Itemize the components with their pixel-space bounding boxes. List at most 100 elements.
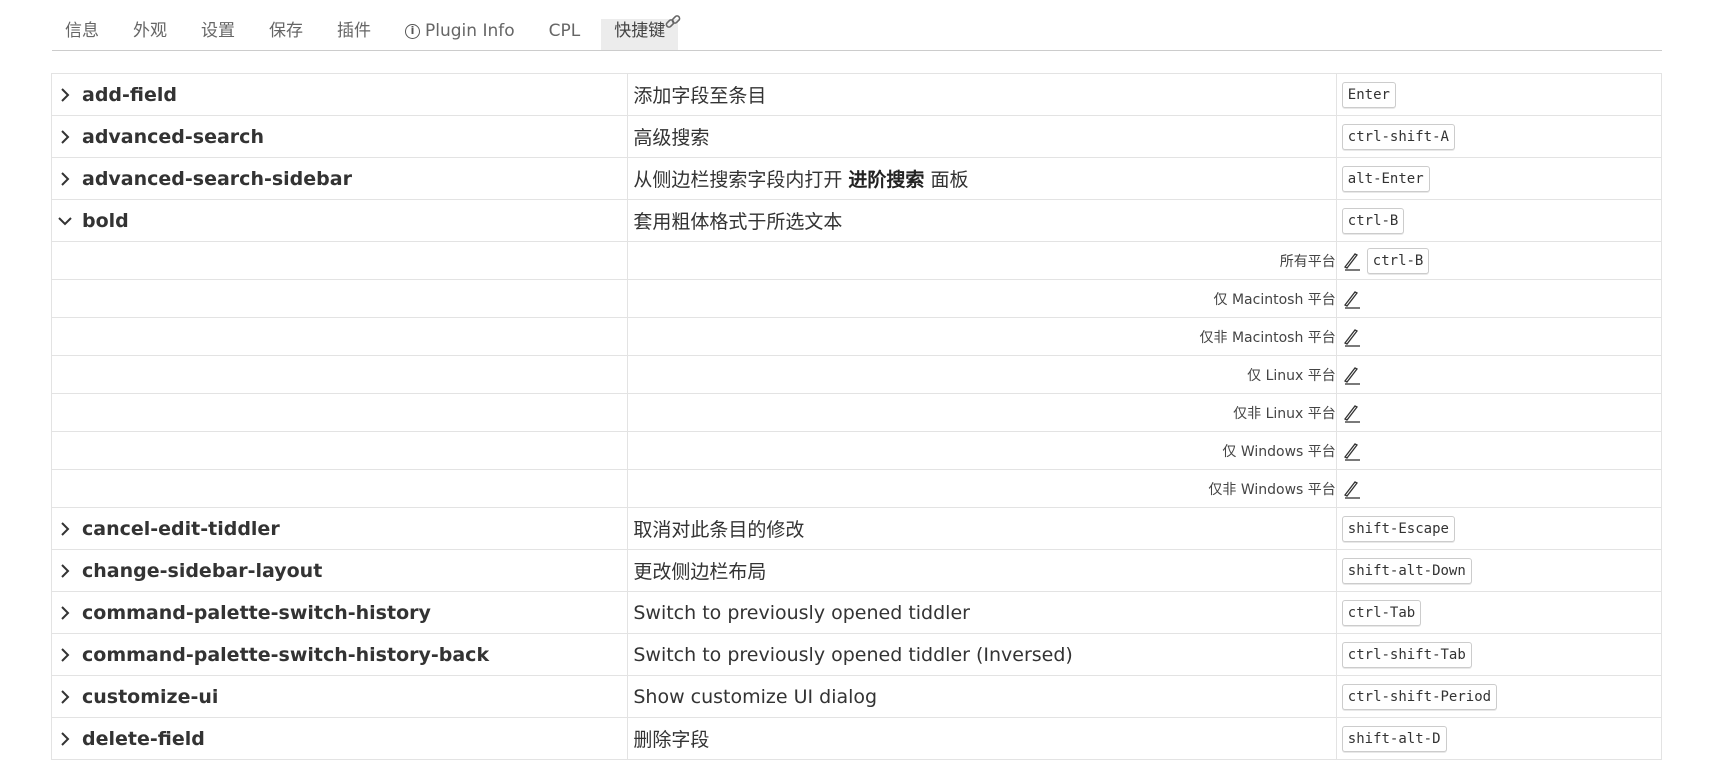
expand-toggle[interactable]: advanced-search-sidebar	[52, 168, 627, 190]
tab-settings[interactable]: 设置	[188, 19, 248, 50]
shortcut-name: cancel-edit-tiddler	[82, 517, 280, 540]
pencil-edit-icon[interactable]	[1343, 441, 1361, 461]
platform-row: 仅 Linux 平台	[50, 355, 1663, 394]
table-row: command-palette-switch-history-back Swit…	[50, 633, 1663, 676]
shortcut-name: customize-ui	[82, 685, 219, 708]
pencil-edit-icon[interactable]	[1343, 365, 1361, 385]
shortcut-description: 更改侧边栏布局	[633, 561, 767, 583]
tab-label: CPL	[548, 21, 581, 41]
shortcut-description: 取消对此条目的修改	[633, 519, 805, 541]
shortcut-name: command-palette-switch-history	[82, 601, 431, 624]
table-row: advanced-search 高级搜索 ctrl-shift-A	[50, 115, 1663, 158]
pencil-edit-icon[interactable]	[1343, 403, 1361, 423]
shortcut-name: delete-field	[82, 727, 205, 750]
desc-text: 面板	[924, 169, 969, 191]
tab-label: 保存	[269, 21, 303, 41]
platform-row: 仅非 Macintosh 平台	[50, 317, 1663, 356]
desc-text: 从侧边栏搜索字段内打开	[633, 169, 849, 191]
shortcut-description: 套用粗体格式于所选文本	[633, 211, 843, 233]
shortcut-name: command-palette-switch-history-back	[82, 643, 490, 666]
tab-label: 外观	[133, 21, 167, 41]
tab-keyboard-shortcuts[interactable]: 快捷键	[601, 15, 681, 50]
shortcut-key: shift-alt-Down	[1341, 557, 1472, 584]
tab-appearance[interactable]: 外观	[120, 19, 180, 50]
expand-toggle[interactable]: customize-ui	[52, 686, 627, 708]
link-icon[interactable]	[664, 13, 682, 31]
platform-row: 仅非 Windows 平台	[50, 469, 1663, 508]
chevron-right-icon	[61, 171, 70, 186]
shortcut-key: ctrl-shift-Tab	[1341, 641, 1472, 668]
tab-label: 设置	[201, 21, 235, 41]
platform-label: 所有平台	[627, 241, 1337, 280]
shortcut-key: ctrl-Tab	[1341, 599, 1422, 626]
table-row: add-field 添加字段至条目 Enter	[50, 73, 1663, 116]
platform-label: 仅 Windows 平台	[627, 431, 1337, 470]
table-row: customize-ui Show customize UI dialog ct…	[50, 675, 1663, 718]
tab-plugin-info[interactable]: i Plugin Info	[392, 19, 528, 50]
platform-label: 仅非 Windows 平台	[627, 469, 1337, 508]
platform-row: 仅非 Linux 平台	[50, 393, 1663, 432]
chevron-right-icon	[61, 521, 70, 536]
tab-label: 快捷键	[614, 21, 666, 41]
expand-toggle[interactable]: command-palette-switch-history	[52, 602, 627, 624]
expand-toggle[interactable]: change-sidebar-layout	[52, 560, 627, 582]
chevron-right-icon	[61, 563, 70, 578]
table-row: bold 套用粗体格式于所选文本 ctrl-B	[50, 199, 1663, 242]
table-row: command-palette-switch-history Switch to…	[50, 591, 1663, 634]
shortcut-key: shift-Escape	[1341, 515, 1455, 542]
pencil-edit-icon[interactable]	[1343, 251, 1361, 271]
shortcut-name: advanced-search-sidebar	[82, 167, 352, 190]
control-panel-tabs: 信息 外观 设置 保存 插件 i Plugin Info CPL 快捷键	[52, 12, 1662, 51]
expand-toggle[interactable]: cancel-edit-tiddler	[52, 518, 627, 540]
chevron-right-icon	[61, 647, 70, 662]
pencil-edit-icon[interactable]	[1343, 327, 1361, 347]
desc-bold-text: 进阶搜索	[848, 169, 925, 191]
shortcut-description: Switch to previously opened tiddler	[633, 601, 970, 624]
pencil-edit-icon[interactable]	[1343, 289, 1361, 309]
pencil-edit-icon[interactable]	[1343, 479, 1361, 499]
keyboard-shortcuts-page: 信息 外观 设置 保存 插件 i Plugin Info CPL 快捷键 add…	[0, 0, 1715, 762]
chevron-right-icon	[61, 605, 70, 620]
chevron-down-icon	[58, 216, 72, 225]
chevron-right-icon	[61, 731, 70, 746]
shortcut-description: Show customize UI dialog	[633, 685, 878, 708]
shortcut-name: add-field	[82, 83, 177, 106]
chevron-right-icon	[61, 87, 70, 102]
shortcut-description: Switch to previously opened tiddler (Inv…	[633, 643, 1073, 666]
shortcuts-table: add-field 添加字段至条目 Enter advanced-search …	[50, 73, 1663, 760]
shortcut-key: ctrl-shift-Period	[1341, 683, 1498, 710]
tab-info[interactable]: 信息	[52, 19, 112, 50]
table-row: change-sidebar-layout 更改侧边栏布局 shift-alt-…	[50, 549, 1663, 592]
shortcut-name: change-sidebar-layout	[82, 559, 323, 582]
shortcut-key: Enter	[1341, 81, 1396, 108]
shortcut-key: ctrl-B	[1341, 207, 1405, 234]
expand-toggle[interactable]: bold	[52, 210, 627, 232]
tab-label: 插件	[337, 21, 371, 41]
tab-plugins[interactable]: 插件	[324, 19, 384, 50]
chevron-right-icon	[61, 129, 70, 144]
shortcut-description: 高级搜索	[633, 127, 710, 149]
shortcut-name: bold	[82, 209, 129, 232]
shortcut-key: ctrl-B	[1366, 247, 1430, 274]
expand-toggle[interactable]: advanced-search	[52, 126, 627, 148]
platform-row: 仅 Macintosh 平台	[50, 279, 1663, 318]
table-row: cancel-edit-tiddler 取消对此条目的修改 shift-Esca…	[50, 507, 1663, 550]
tab-cpl[interactable]: CPL	[536, 19, 594, 50]
chevron-right-icon	[61, 689, 70, 704]
table-row: delete-field 删除字段 shift-alt-D	[50, 717, 1663, 760]
shortcut-name: advanced-search	[82, 125, 264, 148]
platform-label: 仅非 Macintosh 平台	[627, 317, 1337, 356]
expand-toggle[interactable]: command-palette-switch-history-back	[52, 644, 627, 666]
expand-toggle[interactable]: add-field	[52, 84, 627, 106]
table-row: advanced-search-sidebar 从侧边栏搜索字段内打开 进阶搜索…	[50, 157, 1663, 200]
expand-toggle[interactable]: delete-field	[52, 728, 627, 750]
tab-label: 信息	[65, 21, 99, 41]
platform-row: 所有平台 ctrl-B	[50, 241, 1663, 280]
shortcut-key: ctrl-shift-A	[1341, 123, 1455, 150]
tab-saving[interactable]: 保存	[256, 19, 316, 50]
tab-label: Plugin Info	[425, 21, 515, 41]
platform-row: 仅 Windows 平台	[50, 431, 1663, 470]
shortcut-description: 添加字段至条目	[633, 85, 767, 107]
shortcut-key: shift-alt-D	[1341, 725, 1447, 752]
shortcut-key: alt-Enter	[1341, 165, 1430, 192]
